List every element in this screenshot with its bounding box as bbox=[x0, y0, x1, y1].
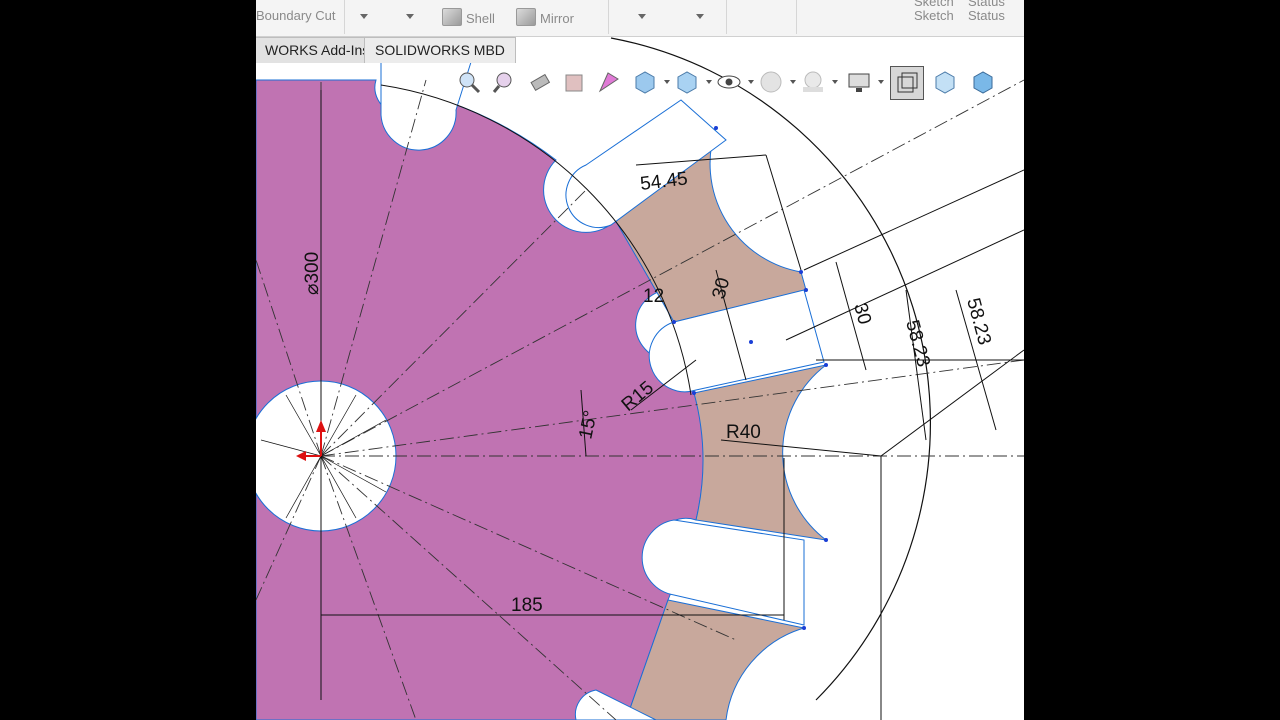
zoom-to-fit-icon[interactable] bbox=[456, 69, 482, 95]
sketch-button[interactable]: Sketch bbox=[914, 8, 954, 23]
toolbar-separator bbox=[608, 0, 609, 34]
shaded-icon[interactable] bbox=[970, 69, 996, 95]
mirror-button[interactable]: Mirror bbox=[516, 8, 574, 26]
graphics-area[interactable]: 54.45 30 12 30 58.23 58.23 ⌀300 R15 15° … bbox=[256, 0, 1024, 720]
edit-appearance-icon[interactable] bbox=[758, 69, 784, 95]
chevron-down-icon[interactable] bbox=[664, 80, 670, 84]
mirror-icon bbox=[516, 8, 536, 26]
dim-12[interactable]: 12 bbox=[643, 286, 664, 307]
shell-icon bbox=[442, 8, 462, 26]
tab-solidworks-mbd[interactable]: SOLIDWORKS MBD bbox=[364, 37, 516, 63]
dim-58-23-a[interactable]: 58.23 bbox=[901, 318, 934, 369]
chevron-down-icon[interactable] bbox=[638, 14, 646, 19]
toolbar-separator bbox=[726, 0, 727, 34]
zoom-to-area-icon[interactable] bbox=[492, 69, 518, 95]
shell-label: Shell bbox=[466, 11, 495, 26]
chevron-down-icon[interactable] bbox=[878, 80, 884, 84]
status-button[interactable]: Status bbox=[968, 8, 1005, 23]
chevron-down-icon[interactable] bbox=[696, 14, 704, 19]
hidden-lines-visible-icon[interactable] bbox=[932, 69, 958, 95]
view-settings-icon[interactable] bbox=[846, 69, 872, 95]
display-style-icon[interactable] bbox=[674, 69, 700, 95]
boundary-cut-button[interactable]: Boundary Cut bbox=[256, 8, 336, 23]
chevron-down-icon[interactable] bbox=[748, 80, 754, 84]
chevron-down-icon[interactable] bbox=[832, 80, 838, 84]
command-manager: Boundary Cut Shell Mirror Sketch Status … bbox=[256, 0, 1024, 37]
chevron-down-icon[interactable] bbox=[790, 80, 796, 84]
toolbar-separator bbox=[796, 0, 797, 34]
view-orientation-icon[interactable] bbox=[632, 69, 658, 95]
apply-scene-icon[interactable] bbox=[800, 69, 826, 95]
solidworks-window: 54.45 30 12 30 58.23 58.23 ⌀300 R15 15° … bbox=[256, 0, 1024, 720]
tab-addins[interactable]: WORKS Add-Ins bbox=[256, 37, 381, 63]
hide-show-items-icon[interactable] bbox=[716, 69, 742, 95]
shell-button[interactable]: Shell bbox=[442, 8, 495, 26]
mirror-label: Mirror bbox=[540, 11, 574, 26]
chevron-down-icon[interactable] bbox=[406, 14, 414, 19]
dynamic-annotation-icon[interactable] bbox=[596, 69, 622, 95]
previous-view-icon[interactable] bbox=[528, 69, 554, 95]
toolbar-separator bbox=[344, 0, 345, 34]
dim-185[interactable]: 185 bbox=[511, 595, 543, 616]
heads-up-view-toolbar bbox=[456, 63, 1024, 103]
wireframe-icon[interactable] bbox=[890, 66, 924, 100]
dim-58-23-b[interactable]: 58.23 bbox=[962, 296, 995, 347]
dim-diameter-300[interactable]: ⌀300 bbox=[302, 252, 323, 295]
section-view-icon[interactable] bbox=[562, 69, 588, 95]
command-tabs: WORKS Add-Ins SOLIDWORKS MBD bbox=[256, 37, 1024, 63]
sketch-region-middle[interactable] bbox=[693, 364, 827, 541]
dim-r40[interactable]: R40 bbox=[726, 422, 761, 443]
chevron-down-icon[interactable] bbox=[360, 14, 368, 19]
chevron-down-icon[interactable] bbox=[706, 80, 712, 84]
